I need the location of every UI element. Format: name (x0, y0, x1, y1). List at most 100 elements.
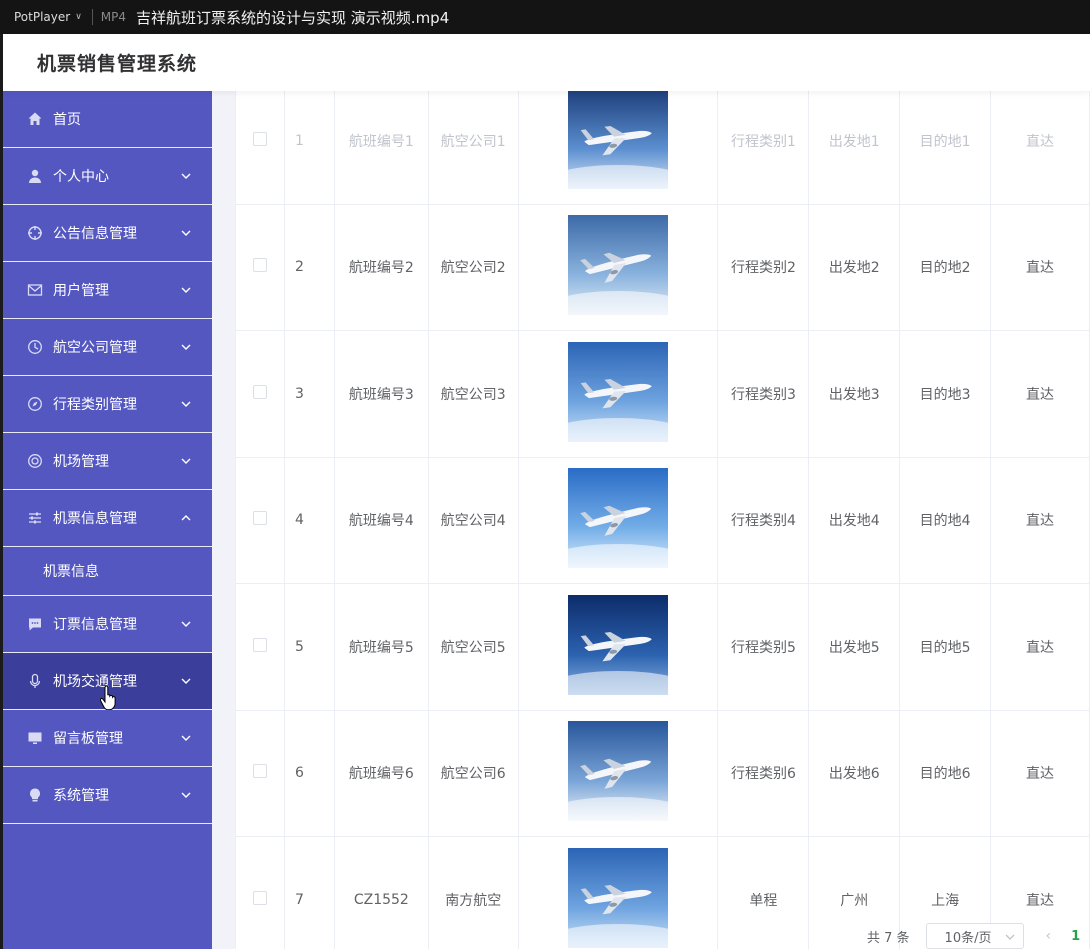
sidebar-subitem-ticket-info[interactable]: 机票信息 (3, 547, 212, 596)
flight-number-cell: 航班编号3 (333, 330, 429, 458)
sidebar-item-label: 公告信息管理 (53, 226, 137, 242)
trip-type-cell: 行程类别3 (717, 330, 810, 458)
chevron-down-icon (180, 284, 192, 296)
sidebar-item-1[interactable]: 个人中心 (3, 148, 212, 205)
table-row[interactable]: 6 航班编号6 航空公司6 行程类别6 出发地6 目的地6 直达 (235, 709, 1090, 837)
chevron-down-icon (180, 227, 192, 239)
airline-cell: 南方航空 (427, 836, 519, 949)
row-index: 4 (283, 456, 335, 584)
row-checkbox[interactable] (252, 258, 267, 273)
chevron-down-icon (180, 398, 192, 410)
flight-number-cell: 航班编号4 (333, 456, 429, 584)
airplane-photo (568, 341, 669, 442)
app-header: 机票销售管理系统 (3, 34, 1090, 91)
crosshair-icon (27, 225, 43, 241)
bulb-icon (27, 787, 43, 803)
airplane-photo (568, 721, 669, 822)
sliders-icon (27, 510, 43, 526)
flight-image-cell (517, 91, 719, 205)
player-titlebar: PotPlayer ∨ MP4 吉祥航班订票系统的设计与实现 演示视频.mp4 (0, 0, 1090, 34)
destination-cell: 目的地6 (899, 709, 992, 837)
route-cell: 直达 (990, 709, 1090, 837)
sidebar-item-5[interactable]: 行程类别管理 (3, 376, 212, 433)
trip-type-cell: 行程类别5 (717, 583, 810, 711)
departure-cell: 出发地6 (808, 709, 901, 837)
airline-cell: 航空公司1 (427, 91, 519, 205)
chevron-down-icon (180, 170, 192, 182)
clock-icon (27, 339, 43, 355)
chevron-down-icon: ∨ (75, 12, 82, 22)
departure-cell: 出发地1 (808, 91, 901, 205)
flight-image-cell (517, 330, 719, 458)
sidebar-item-label: 订票信息管理 (53, 617, 137, 633)
table-row[interactable]: 5 航班编号5 航空公司5 行程类别5 出发地5 目的地5 直达 (235, 583, 1090, 711)
departure-cell: 出发地2 (808, 203, 901, 331)
sidebar-item-label: 个人中心 (53, 169, 109, 185)
airline-cell: 航空公司6 (427, 709, 519, 837)
flight-number-cell: 航班编号2 (333, 203, 429, 331)
sidebar-item-8[interactable]: 订票信息管理 (3, 596, 212, 653)
row-index: 1 (283, 91, 335, 205)
row-index: 3 (283, 330, 335, 458)
row-checkbox[interactable] (252, 764, 267, 779)
airplane-photo (568, 91, 669, 189)
flight-number-cell: 航班编号6 (333, 709, 429, 837)
row-index: 5 (283, 583, 335, 711)
departure-cell: 出发地5 (808, 583, 901, 711)
table-row[interactable]: 1 航班编号1 航空公司1 行程类别1 出发地1 目的地1 直达 (235, 91, 1090, 205)
table-row[interactable]: 3 航班编号3 航空公司3 行程类别3 出发地3 目的地3 直达 (235, 330, 1090, 458)
row-checkbox[interactable] (252, 131, 267, 146)
route-cell: 直达 (990, 203, 1090, 331)
row-checkbox[interactable] (252, 384, 267, 399)
sidebar-item-label: 机场交通管理 (53, 674, 137, 690)
target-icon (27, 453, 43, 469)
pagination-page-1[interactable]: 1 (1071, 929, 1080, 944)
pagination: 共 7 条 10条/页 ‹ 1 (867, 923, 1080, 949)
flight-image-cell (517, 456, 719, 584)
sidebar-item-0[interactable]: 首页 (3, 91, 212, 148)
table-row[interactable]: 2 航班编号2 航空公司2 行程类别2 出发地2 目的地2 直达 (235, 203, 1090, 331)
trip-type-cell: 行程类别2 (717, 203, 810, 331)
sidebar-item-11[interactable]: 系统管理 (3, 767, 212, 824)
pagination-total: 共 7 条 (867, 930, 910, 946)
prev-page-button[interactable]: ‹ (1046, 928, 1052, 944)
airplane-photo (568, 215, 669, 316)
chat-icon (27, 616, 43, 632)
chevron-down-icon (180, 618, 192, 630)
row-checkbox[interactable] (252, 890, 267, 905)
sidebar-item-10[interactable]: 留言板管理 (3, 710, 212, 767)
flight-image-cell (517, 583, 719, 711)
row-checkbox[interactable] (252, 637, 267, 652)
sidebar-item-4[interactable]: 航空公司管理 (3, 319, 212, 376)
chevron-down-icon (180, 675, 192, 687)
destination-cell: 目的地2 (899, 203, 992, 331)
row-index: 2 (283, 203, 335, 331)
route-cell: 直达 (990, 583, 1090, 711)
row-checkbox[interactable] (252, 511, 267, 526)
page-size-value: 10条/页 (944, 930, 992, 946)
monitor-icon (27, 730, 43, 746)
trip-type-cell: 行程类别4 (717, 456, 810, 584)
home-icon (27, 111, 43, 127)
sidebar-item-label: 系统管理 (53, 788, 109, 804)
airline-cell: 航空公司2 (427, 203, 519, 331)
sidebar-item-7[interactable]: 机票信息管理 (3, 490, 212, 547)
compass-icon (27, 396, 43, 412)
destination-cell: 目的地5 (899, 583, 992, 711)
page-size-select[interactable]: 10条/页 (925, 923, 1024, 949)
route-cell: 直达 (990, 330, 1090, 458)
chevron-down-icon (180, 455, 192, 467)
player-menu-button[interactable]: PotPlayer ∨ (0, 0, 92, 34)
route-cell: 直达 (990, 456, 1090, 584)
table-row[interactable]: 4 航班编号4 航空公司4 行程类别4 出发地4 目的地4 直达 (235, 456, 1090, 584)
chevron-up-icon (180, 512, 192, 524)
sidebar-item-3[interactable]: 用户管理 (3, 262, 212, 319)
flight-number-cell: 航班编号5 (333, 583, 429, 711)
sidebar-item-6[interactable]: 机场管理 (3, 433, 212, 490)
destination-cell: 目的地1 (899, 91, 992, 205)
row-checkbox-cell (235, 836, 285, 949)
hand-pointer-icon (100, 686, 116, 710)
user-icon (27, 168, 43, 184)
sidebar-item-label: 机场管理 (53, 454, 109, 470)
sidebar-item-2[interactable]: 公告信息管理 (3, 205, 212, 262)
